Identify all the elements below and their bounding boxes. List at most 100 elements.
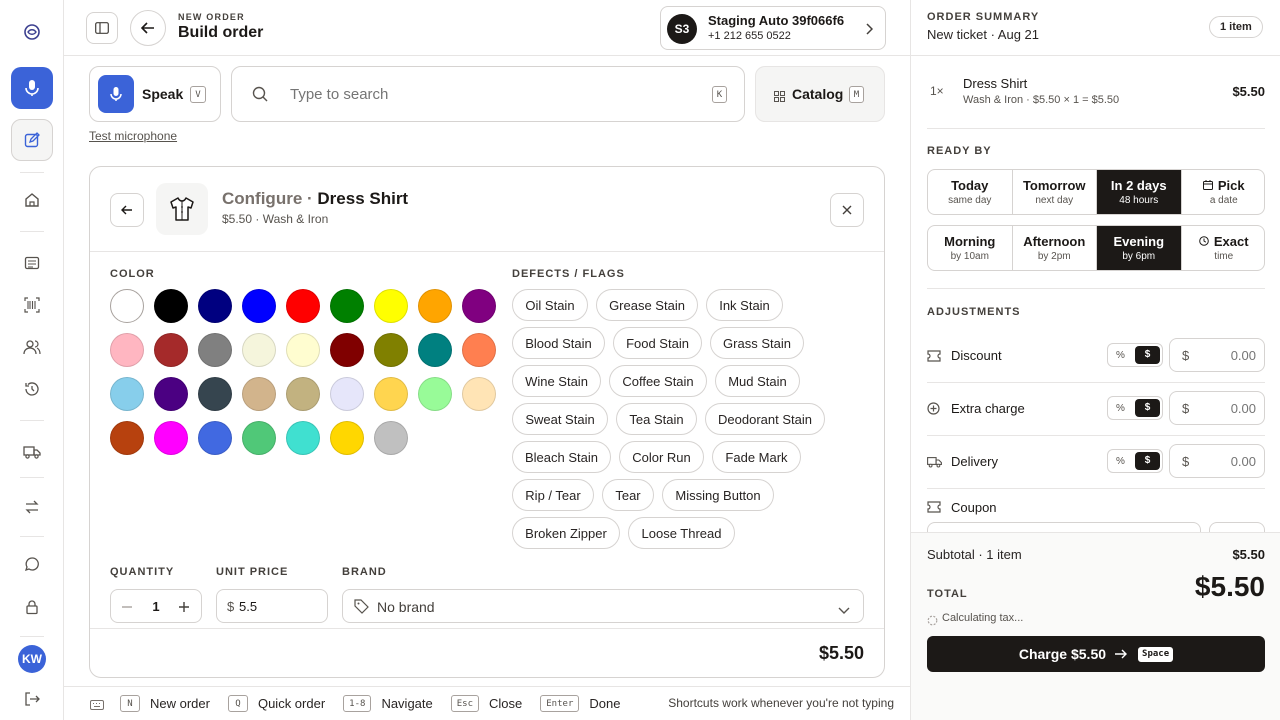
adjustment-amount-field[interactable]: $	[1169, 338, 1265, 372]
defect-chip[interactable]: Color Run	[619, 441, 704, 473]
close-icon[interactable]	[830, 193, 864, 227]
defect-chip[interactable]: Ink Stain	[706, 289, 783, 321]
amount-input[interactable]	[1196, 399, 1256, 417]
user-avatar[interactable]: KW	[18, 645, 46, 673]
adjustment-amount-field[interactable]: $	[1169, 444, 1265, 478]
ready-time-option[interactable]: Morning by 10am	[928, 226, 1013, 270]
brand-select[interactable]: No brand	[342, 589, 864, 623]
charge-button[interactable]: Charge $5.50 Space	[927, 636, 1265, 672]
defect-chip[interactable]: Blood Stain	[512, 327, 605, 359]
coupon-apply-button[interactable]	[1209, 522, 1265, 532]
color-swatch-18[interactable]	[462, 333, 496, 367]
voice-mode-icon[interactable]	[11, 67, 53, 109]
color-swatch-9[interactable]	[462, 289, 496, 323]
amount-input[interactable]	[1196, 346, 1256, 364]
adjustment-amount-field[interactable]: $	[1169, 391, 1265, 425]
unit-price-field[interactable]: $ 5.5	[216, 589, 328, 623]
defect-chip[interactable]: Wine Stain	[512, 365, 601, 397]
color-swatch-11[interactable]	[154, 333, 188, 367]
defect-chip[interactable]: Food Stain	[613, 327, 702, 359]
card-back-icon[interactable]	[110, 193, 144, 227]
percent-option[interactable]: %	[1108, 350, 1133, 361]
speak-button[interactable]: Speak V	[89, 66, 221, 122]
percent-option[interactable]: %	[1108, 456, 1133, 467]
color-swatch-2[interactable]	[154, 289, 188, 323]
defect-chip[interactable]: Oil Stain	[512, 289, 588, 321]
ready-day-option[interactable]: Tomorrow next day	[1013, 170, 1097, 214]
ready-time-option[interactable]: Exact time	[1182, 226, 1265, 270]
logout-icon[interactable]	[12, 679, 52, 719]
build-order-icon[interactable]	[11, 119, 53, 161]
home-icon[interactable]	[12, 180, 52, 220]
back-arrow-icon[interactable]	[130, 10, 166, 46]
color-swatch-26[interactable]	[418, 377, 452, 411]
color-swatch-17[interactable]	[418, 333, 452, 367]
defect-chip[interactable]: Grass Stain	[710, 327, 804, 359]
percent-option[interactable]: %	[1108, 403, 1133, 414]
color-swatch-8[interactable]	[418, 289, 452, 323]
defect-chip[interactable]: Fade Mark	[712, 441, 801, 473]
color-swatch-12[interactable]	[198, 333, 232, 367]
delivery-truck-icon[interactable]	[12, 432, 52, 472]
adjustment-type-toggle[interactable]: % $	[1107, 396, 1163, 420]
color-swatch-20[interactable]	[154, 377, 188, 411]
catalog-button[interactable]: Catalog M	[755, 66, 885, 122]
plus-icon[interactable]	[178, 600, 190, 612]
ready-day-option[interactable]: Today same day	[928, 170, 1013, 214]
color-swatch-19[interactable]	[110, 377, 144, 411]
test-microphone-link[interactable]: Test microphone	[89, 129, 177, 143]
color-swatch-4[interactable]	[242, 289, 276, 323]
ready-time-option[interactable]: Afternoon by 2pm	[1013, 226, 1097, 270]
color-swatch-34[interactable]	[374, 421, 408, 455]
defect-chip[interactable]: Bleach Stain	[512, 441, 611, 473]
color-swatch-28[interactable]	[110, 421, 144, 455]
color-swatch-7[interactable]	[374, 289, 408, 323]
color-swatch-15[interactable]	[330, 333, 364, 367]
dollar-option[interactable]: $	[1135, 452, 1160, 470]
customer-selector[interactable]: S3 Staging Auto 39f066f6 +1 212 655 0522	[660, 6, 886, 50]
defect-chip[interactable]: Loose Thread	[628, 517, 735, 549]
color-swatch-23[interactable]	[286, 377, 320, 411]
color-swatch-27[interactable]	[462, 377, 496, 411]
orders-list-icon[interactable]	[12, 243, 52, 283]
defect-chip[interactable]: Mud Stain	[715, 365, 800, 397]
color-swatch-30[interactable]	[198, 421, 232, 455]
adjustment-type-toggle[interactable]: % $	[1107, 449, 1163, 473]
ready-day-option[interactable]: Pick a date	[1182, 170, 1265, 214]
defect-chip[interactable]: Deodorant Stain	[705, 403, 825, 435]
adjustment-type-toggle[interactable]: % $	[1107, 343, 1163, 367]
dollar-option[interactable]: $	[1135, 399, 1160, 417]
amount-input[interactable]	[1196, 452, 1256, 470]
ready-day-option[interactable]: In 2 days 48 hours	[1097, 170, 1182, 214]
minus-icon[interactable]	[121, 600, 133, 612]
defect-chip[interactable]: Tear	[602, 479, 654, 511]
color-swatch-13[interactable]	[242, 333, 276, 367]
quantity-value[interactable]: 1	[141, 599, 171, 614]
defect-chip[interactable]: Tea Stain	[616, 403, 697, 435]
color-swatch-14[interactable]	[286, 333, 320, 367]
transfer-icon[interactable]	[12, 487, 52, 527]
color-swatch-3[interactable]	[198, 289, 232, 323]
order-line-item[interactable]: 1× Dress Shirt Wash & Iron · $5.50 × 1 =…	[927, 72, 1265, 128]
ready-time-option[interactable]: Evening by 6pm	[1097, 226, 1182, 270]
lock-icon[interactable]	[12, 587, 52, 627]
color-swatch-21[interactable]	[198, 377, 232, 411]
color-swatch-5[interactable]	[286, 289, 320, 323]
coupon-input[interactable]	[927, 522, 1201, 532]
customers-icon[interactable]	[12, 327, 52, 367]
color-swatch-16[interactable]	[374, 333, 408, 367]
color-swatch-1[interactable]	[110, 289, 144, 323]
defect-chip[interactable]: Rip / Tear	[512, 479, 594, 511]
history-icon[interactable]	[12, 369, 52, 409]
defect-chip[interactable]: Grease Stain	[596, 289, 698, 321]
defect-chip[interactable]: Missing Button	[662, 479, 774, 511]
color-swatch-25[interactable]	[374, 377, 408, 411]
dollar-option[interactable]: $	[1135, 346, 1160, 364]
color-swatch-6[interactable]	[330, 289, 364, 323]
color-swatch-10[interactable]	[110, 333, 144, 367]
color-swatch-24[interactable]	[330, 377, 364, 411]
sidebar-toggle-icon[interactable]	[86, 12, 118, 44]
search-input[interactable]	[290, 83, 670, 105]
app-logo-icon[interactable]	[12, 12, 52, 52]
defect-chip[interactable]: Sweat Stain	[512, 403, 608, 435]
